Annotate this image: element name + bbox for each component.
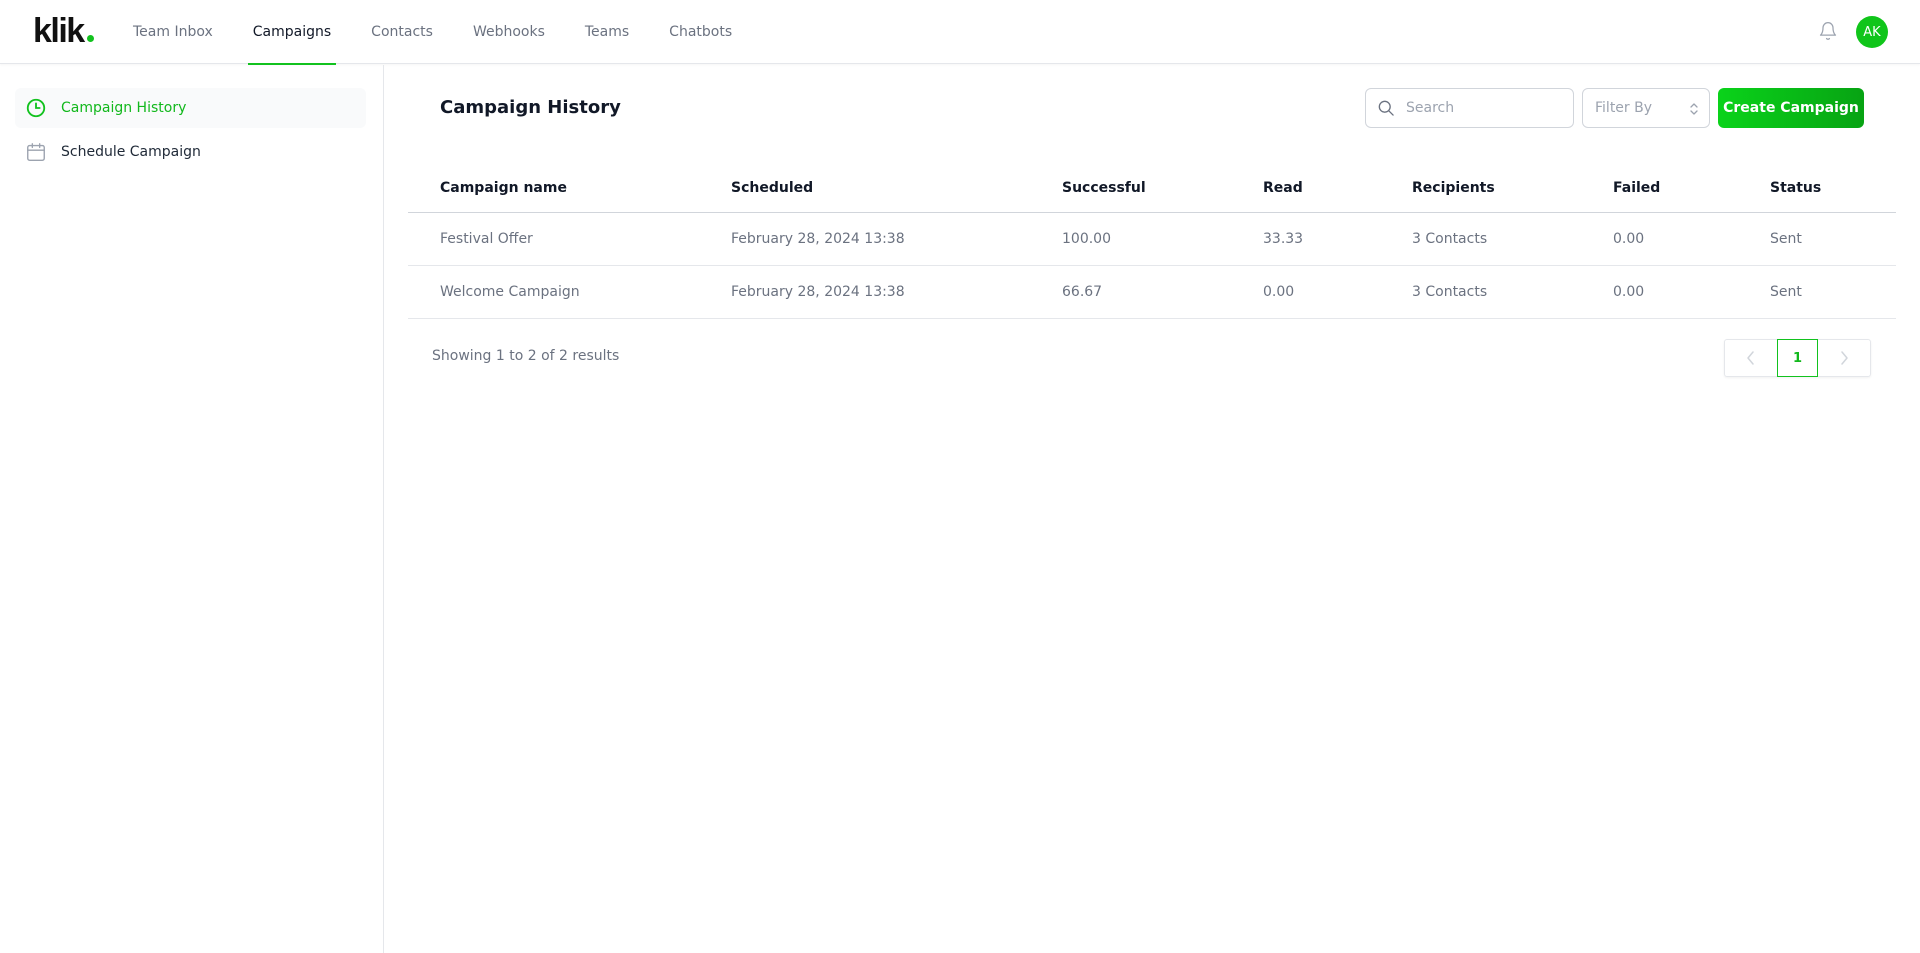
sidebar-item-schedule-campaign[interactable]: Schedule Campaign [15, 132, 366, 172]
column-header-scheduled[interactable]: Scheduled [731, 165, 1062, 213]
nav-teams[interactable]: Teams [565, 0, 649, 64]
pagination: 1 [1724, 339, 1871, 377]
create-campaign-button[interactable]: Create Campaign [1718, 88, 1864, 128]
search-box[interactable] [1365, 88, 1574, 128]
sidebar-item-campaign-history[interactable]: Campaign History [15, 88, 366, 128]
page-title: Campaign History [440, 97, 621, 118]
chevron-right-icon [1841, 351, 1848, 365]
sidebar: Campaign History Schedule Campaign [0, 65, 384, 953]
table-row[interactable]: Festival Offer February 28, 2024 13:38 1… [408, 212, 1896, 266]
column-header-recipients[interactable]: Recipients [1412, 165, 1613, 213]
logo-text: klik [33, 12, 85, 50]
campaign-table: Campaign name Scheduled Successful Read … [408, 165, 1896, 319]
cell-campaign-name: Welcome Campaign [408, 265, 731, 319]
nav-campaigns[interactable]: Campaigns [233, 0, 351, 65]
results-summary: Showing 1 to 2 of 2 results [432, 348, 620, 364]
user-avatar[interactable]: AK [1856, 16, 1888, 48]
column-header-failed[interactable]: Failed [1613, 165, 1770, 213]
search-icon [1378, 100, 1394, 116]
chevron-up-down-icon [1690, 103, 1698, 115]
cell-campaign-name: Festival Offer [408, 212, 731, 266]
nav-chatbots[interactable]: Chatbots [649, 0, 752, 64]
filter-label: Filter By [1595, 100, 1653, 116]
column-header-read[interactable]: Read [1263, 165, 1412, 213]
cell-scheduled: February 28, 2024 13:38 [731, 212, 1062, 266]
klik-logo[interactable]: klik [33, 12, 94, 51]
cell-status: Sent [1770, 265, 1896, 319]
column-header-campaign-name[interactable]: Campaign name [408, 165, 731, 213]
main-nav: Team Inbox Campaigns Contacts Webhooks T… [113, 0, 752, 65]
search-input[interactable] [1406, 100, 1556, 116]
cell-successful: 100.00 [1062, 212, 1263, 266]
nav-team-inbox[interactable]: Team Inbox [113, 0, 233, 64]
top-navbar: klik Team Inbox Campaigns Contacts Webho… [0, 0, 1920, 65]
cell-failed: 0.00 [1613, 265, 1770, 319]
nav-contacts[interactable]: Contacts [351, 0, 453, 64]
calendar-icon [27, 143, 45, 161]
filter-select[interactable]: Filter By [1582, 88, 1710, 128]
cell-status: Sent [1770, 212, 1896, 266]
sidebar-item-label: Schedule Campaign [61, 144, 201, 160]
chevron-left-icon [1747, 351, 1754, 365]
cell-scheduled: February 28, 2024 13:38 [731, 265, 1062, 319]
sidebar-item-label: Campaign History [61, 100, 187, 116]
nav-webhooks[interactable]: Webhooks [453, 0, 565, 64]
cell-successful: 66.67 [1062, 265, 1263, 319]
table-header-row: Campaign name Scheduled Successful Read … [408, 165, 1896, 213]
cell-recipients: 3 Contacts [1412, 265, 1613, 319]
bell-icon[interactable] [1818, 20, 1838, 42]
cell-failed: 0.00 [1613, 212, 1770, 266]
column-header-status[interactable]: Status [1770, 165, 1896, 213]
column-header-successful[interactable]: Successful [1062, 165, 1263, 213]
table-row[interactable]: Welcome Campaign February 28, 2024 13:38… [408, 265, 1896, 319]
logo-dot [86, 35, 94, 42]
next-page-button[interactable] [1818, 340, 1870, 376]
previous-page-button[interactable] [1725, 340, 1777, 376]
clock-icon [26, 98, 46, 118]
cell-recipients: 3 Contacts [1412, 212, 1613, 266]
page-1-button[interactable]: 1 [1776, 339, 1819, 377]
main-content: Campaign History Filter By Create Campai… [385, 65, 1920, 953]
cell-read: 0.00 [1263, 265, 1412, 319]
cell-read: 33.33 [1263, 212, 1412, 266]
